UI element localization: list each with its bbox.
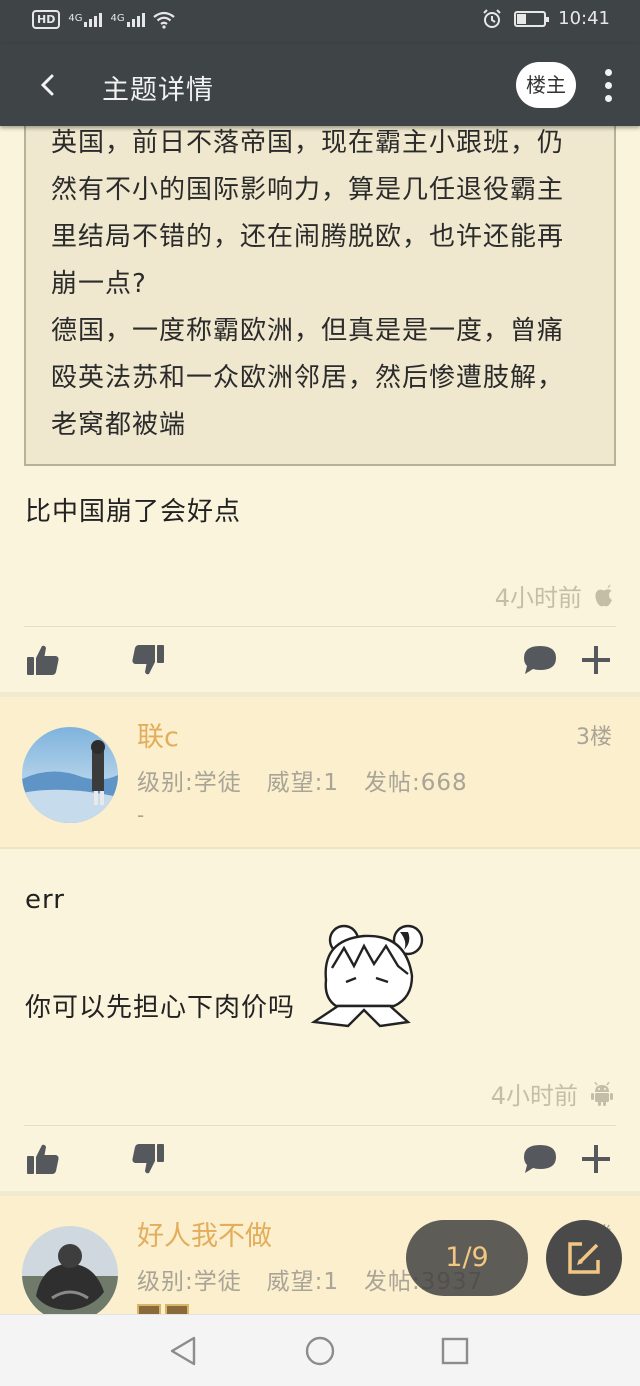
signal-icon-1: 4G <box>68 12 103 27</box>
post-line: err <box>25 885 65 915</box>
wifi-icon <box>152 11 175 29</box>
page-title: 主题详情 <box>102 75 214 106</box>
post-time: 4小时前 <box>490 1082 578 1110</box>
alarm-icon <box>483 8 501 28</box>
android-icon <box>591 1081 613 1106</box>
plus-icon[interactable] <box>580 644 612 676</box>
network-type-2: 4G <box>110 12 125 24</box>
signal-icon-2: 4G <box>110 12 145 27</box>
clock: 10:41 <box>558 8 610 29</box>
post-line: 你可以先担心下肉价吗 <box>25 993 296 1023</box>
thumbs-down-icon[interactable] <box>131 644 165 676</box>
thumbs-down-icon[interactable] <box>131 1143 165 1175</box>
edit-icon <box>568 1242 600 1274</box>
thumbs-up-icon[interactable] <box>26 1143 60 1175</box>
avatar[interactable] <box>22 1226 118 1314</box>
thumbs-up-icon[interactable] <box>26 644 60 676</box>
comment-icon[interactable] <box>522 644 558 676</box>
reply-button[interactable] <box>546 1220 622 1296</box>
badge-icon <box>165 1304 189 1314</box>
app-header: 主题详情 楼主 <box>0 44 640 126</box>
quote-text: 英国，前日不落帝国，现在霸主小跟班，仍 然有不小的国际影响力，算是几任退役霸主 … <box>51 128 565 440</box>
nav-recents-icon[interactable] <box>440 1335 470 1367</box>
back-button[interactable] <box>30 66 66 104</box>
post-body: 比中国崩了会好点 <box>25 497 242 527</box>
post-actions <box>0 1127 640 1193</box>
badge-icon <box>137 1304 161 1314</box>
apple-icon <box>595 584 612 606</box>
user-stats: 级别:学徒 威望:1 发帖:668 <box>137 770 468 796</box>
hd-indicator: HD <box>32 10 61 29</box>
user-signature: - <box>137 803 145 827</box>
user-header: 联c 3楼 级别:学徒 威望:1 发帖:668 - <box>0 697 640 849</box>
floor-number: 3楼 <box>576 725 612 750</box>
battery-level <box>517 13 527 24</box>
nav-back-icon[interactable] <box>168 1335 198 1367</box>
divider <box>24 1125 616 1126</box>
post-time: 4小时前 <box>494 584 582 612</box>
username[interactable]: 联c <box>137 715 179 754</box>
plus-icon[interactable] <box>580 1143 612 1175</box>
user-header: 好人我不做 4楼 级别:学徒 威望:1 发帖:3937 <box>0 1196 640 1314</box>
post-actions <box>0 628 640 694</box>
avatar[interactable] <box>22 727 118 823</box>
network-type-1: 4G <box>68 12 83 24</box>
username[interactable]: 好人我不做 <box>137 1214 272 1253</box>
page-indicator[interactable]: 1/9 <box>406 1220 528 1296</box>
thread-content: 英国，前日不落帝国，现在霸主小跟班，仍 然有不小的国际影响力，算是几任退役霸主 … <box>0 126 640 1314</box>
post-meta: 4小时前 <box>491 1076 614 1111</box>
status-right: 10:41 <box>482 8 610 29</box>
battery-icon <box>514 10 550 27</box>
system-nav-bar <box>0 1314 640 1386</box>
status-left: HD 4G 4G <box>32 10 175 29</box>
comment-icon[interactable] <box>522 1143 558 1175</box>
more-options-icon[interactable] <box>596 66 620 106</box>
status-bar: HD 4G 4G 10:41 <box>0 0 640 44</box>
sticker-image <box>310 924 424 1028</box>
nav-home-icon[interactable] <box>304 1335 336 1367</box>
op-only-button[interactable]: 楼主 <box>516 62 576 108</box>
quote-block: 英国，前日不落帝国，现在霸主小跟班，仍 然有不小的国际影响力，算是几任退役霸主 … <box>24 126 616 466</box>
divider <box>24 626 616 627</box>
post-meta: 4小时前 <box>495 578 614 613</box>
user-badges <box>137 1304 189 1314</box>
chevron-left-icon <box>40 74 54 96</box>
